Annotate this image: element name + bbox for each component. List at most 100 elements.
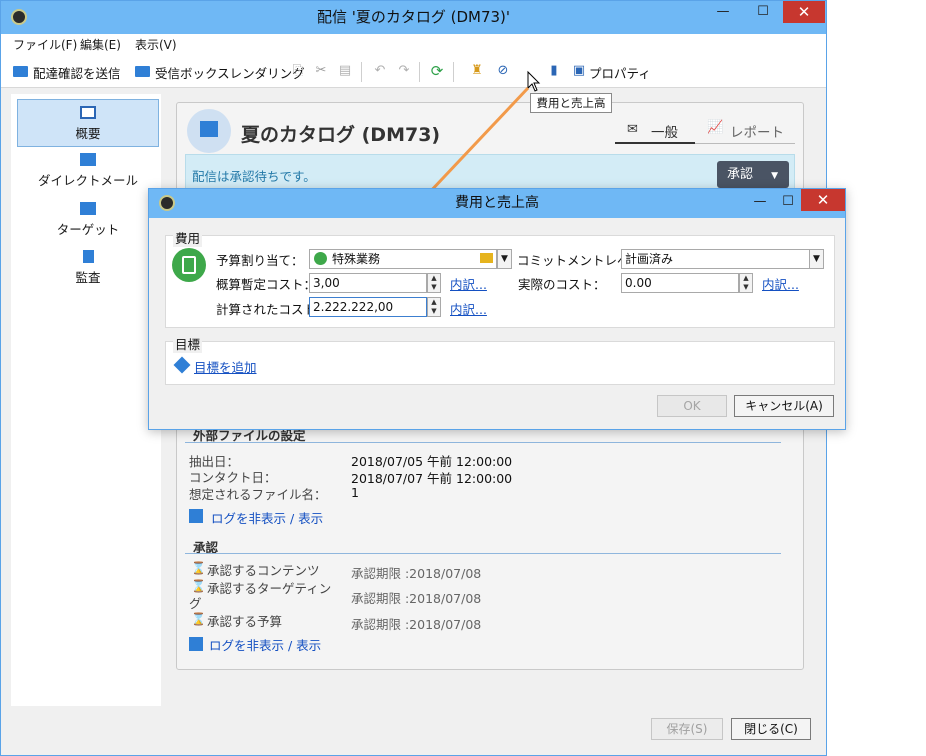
save-button[interactable]: 保存(S) bbox=[651, 718, 723, 740]
target-icon bbox=[80, 202, 96, 215]
approval-content-deadline: 承認期限 :2018/07/08 bbox=[351, 566, 482, 581]
link-icon[interactable]: ⊘ bbox=[495, 64, 511, 78]
menu-edit[interactable]: 編集(E) bbox=[80, 36, 121, 53]
actual-cost-label: 実際のコスト： bbox=[518, 277, 606, 292]
log-icon bbox=[189, 637, 203, 651]
costs-group-label: 費用 bbox=[173, 228, 203, 247]
cost-revenue-dialog: 費用と売上高 — ☐ ✕ 費用 予算割り当て： 特殊業務 ▼ コミットメントレベ… bbox=[148, 188, 846, 430]
nav-item-direct-mail[interactable]: ダイレクトメール bbox=[17, 149, 159, 197]
approve-label: 承認 bbox=[727, 167, 754, 182]
redo-icon[interactable]: ↷ bbox=[396, 64, 412, 78]
actual-cost-value: 0.00 bbox=[625, 276, 652, 290]
actual-cost-spinner[interactable]: ▲ ▼ bbox=[739, 273, 753, 293]
nav-item-label: 監査 bbox=[75, 270, 101, 285]
actual-cost-field[interactable]: 0.00 bbox=[621, 273, 739, 293]
refresh-icon[interactable]: ⟳ bbox=[429, 64, 445, 79]
folder-icon[interactable] bbox=[480, 253, 493, 263]
dialog-title: 費用と売上高 bbox=[455, 195, 539, 211]
toolbar-separator bbox=[419, 62, 420, 82]
contact-date-value: 2018/07/07 午前 12:00:00 bbox=[351, 471, 513, 486]
add-objective-link[interactable]: 目標を追加 bbox=[194, 357, 257, 376]
tab-general[interactable]: 一般 bbox=[651, 121, 678, 141]
nav-item-label: ダイレクトメール bbox=[37, 173, 138, 188]
toolbar-separator bbox=[361, 62, 362, 82]
objectives-group bbox=[165, 341, 835, 385]
ok-button[interactable]: OK bbox=[657, 395, 727, 417]
budget-select[interactable]: 特殊業務 bbox=[309, 249, 497, 269]
dialog-minimize-button[interactable]: — bbox=[745, 191, 775, 213]
close-window-button[interactable]: 閉じる(C) bbox=[731, 718, 811, 740]
close-button[interactable]: ✕ bbox=[783, 1, 825, 23]
expected-file-value: 1 bbox=[351, 485, 359, 500]
cut-icon[interactable]: ✂ bbox=[313, 64, 329, 78]
menu-file[interactable]: ファイル(F) bbox=[13, 36, 77, 53]
calculated-cost-field[interactable]: 2.222.222,00 bbox=[309, 297, 427, 317]
estimated-cost-details-link[interactable]: 内訳... bbox=[450, 274, 487, 293]
commitment-value: 計画済み bbox=[625, 252, 674, 266]
estimated-cost-spinner[interactable]: ▲ ▼ bbox=[427, 273, 441, 293]
title-bar[interactable]: 配信 '夏のカタログ (DM73)' — ☐ ✕ bbox=[1, 1, 826, 34]
estimated-cost-field[interactable]: 3,00 bbox=[309, 273, 427, 293]
gift-icon[interactable]: ♜ bbox=[469, 64, 485, 78]
tab-divider bbox=[695, 143, 795, 144]
minimize-button[interactable]: — bbox=[703, 1, 743, 23]
hide-show-log-link[interactable]: ログを非表示 / 表示 bbox=[211, 508, 323, 527]
dialog-close-button[interactable]: ✕ bbox=[801, 189, 845, 211]
nav-item-target[interactable]: ターゲット bbox=[17, 198, 159, 246]
paste-icon[interactable]: ▤ bbox=[337, 64, 353, 78]
commitment-dropdown-button[interactable]: ▼ bbox=[809, 249, 824, 269]
calculator-icon bbox=[172, 248, 206, 282]
objectives-group-label: 目標 bbox=[173, 334, 203, 353]
direct-mail-icon bbox=[80, 153, 96, 166]
toolbar: 配達確認を送信 受信ボックスレンダリング ⎘ ✂ ▤ ↶ ↷ ⟳ ♜ ⊘ ▮ ▣… bbox=[1, 54, 826, 136]
audit-doc-icon[interactable]: ▮ bbox=[546, 64, 562, 78]
expected-file-label: 想定されるファイル名： bbox=[189, 487, 327, 502]
tab-report[interactable]: レポート bbox=[730, 121, 784, 141]
section-divider bbox=[185, 553, 781, 554]
commitment-select[interactable]: 計画済み bbox=[621, 249, 811, 269]
hide-show-log-link[interactable]: ログを非表示 / 表示 bbox=[209, 635, 321, 654]
hourglass-icon: ⌛ bbox=[191, 561, 206, 575]
cancel-button[interactable]: キャンセル(A) bbox=[734, 395, 834, 417]
approval-content-label: 承認するコンテンツ bbox=[207, 563, 320, 578]
maximize-button[interactable]: ☐ bbox=[743, 1, 783, 23]
clipboard-icon: ▣ bbox=[572, 63, 586, 78]
budget-dropdown-button[interactable]: ▼ bbox=[497, 249, 512, 269]
calculated-cost-details-link[interactable]: 内訳... bbox=[450, 299, 487, 318]
actual-cost-details-link[interactable]: 内訳... bbox=[762, 274, 799, 293]
estimated-cost-label: 概算暫定コスト： bbox=[216, 277, 317, 292]
log-icon bbox=[189, 509, 203, 523]
hourglass-icon: ⌛ bbox=[191, 579, 206, 593]
calculator-shape bbox=[182, 256, 196, 274]
approval-budget-label: 承認する予算 bbox=[207, 614, 283, 629]
section-divider bbox=[185, 442, 781, 443]
dialog-maximize-button[interactable]: ☐ bbox=[775, 191, 801, 213]
budget-label: 予算割り当て： bbox=[216, 253, 304, 268]
send-proof-button[interactable]: 配達確認を送信 bbox=[33, 63, 121, 82]
tooltip: 費用と売上高 bbox=[530, 93, 612, 113]
menu-view[interactable]: 表示(V) bbox=[135, 36, 177, 53]
properties-button[interactable]: プロパティ bbox=[589, 63, 651, 82]
undo-icon[interactable]: ↶ bbox=[372, 64, 388, 78]
copy-icon[interactable]: ⎘ bbox=[290, 64, 306, 78]
inbox-rendering-icon bbox=[135, 66, 150, 77]
approve-button[interactable]: 承認 ▼ bbox=[717, 161, 789, 188]
calculated-cost-value: 2.222.222,00 bbox=[313, 300, 394, 314]
mail-icon: ✉ bbox=[627, 122, 638, 137]
budget-icon bbox=[314, 252, 327, 265]
nav-item-audit[interactable]: 監査 bbox=[17, 246, 159, 294]
calculated-cost-spinner[interactable]: ▲ ▼ bbox=[427, 297, 441, 317]
inbox-rendering-button[interactable]: 受信ボックスレンダリング bbox=[155, 63, 305, 82]
audit-icon bbox=[82, 250, 94, 263]
approval-targeting-deadline: 承認期限 :2018/07/08 bbox=[351, 591, 482, 606]
dialog-title-bar[interactable]: 費用と売上高 — ☐ ✕ bbox=[149, 189, 845, 218]
toolbar-separator bbox=[453, 62, 454, 82]
hourglass-icon: ⌛ bbox=[191, 612, 206, 626]
nav-item-overview[interactable]: 概要 bbox=[17, 99, 159, 147]
overview-icon bbox=[80, 106, 96, 119]
tab-general-underline bbox=[615, 142, 695, 144]
chart-icon: 📈 bbox=[707, 120, 724, 135]
menu-bar: ファイル(F) 編集(E) 表示(V) bbox=[1, 34, 826, 54]
mailbox-shape bbox=[200, 121, 218, 137]
approval-targeting-label-wrap: グ bbox=[189, 596, 202, 611]
